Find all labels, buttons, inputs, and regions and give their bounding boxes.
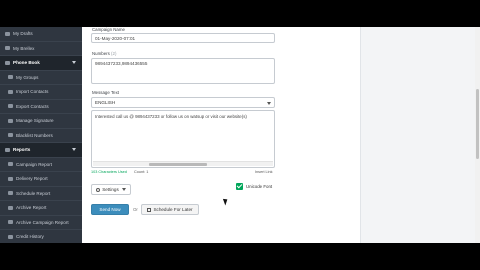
credit-count: Count: 1 <box>134 170 149 174</box>
sidebar-item-blacklist-numbers[interactable]: Blacklist Numbers <box>0 129 82 143</box>
gear-icon <box>96 187 101 192</box>
sidebar-item-label: My Groups <box>16 74 39 80</box>
campaign-name-label: Campaign Name <box>92 27 125 32</box>
sidebar-item-label: Blacklist Numbers <box>16 132 53 138</box>
scrollbar-thumb[interactable] <box>149 163 207 166</box>
sidebar-item-label: Reports <box>13 147 31 153</box>
schedule-later-button[interactable]: Schedule For Later <box>141 204 199 215</box>
menu-icon <box>8 89 13 94</box>
sidebar-item-label: Manage Signature <box>16 118 54 124</box>
menu-icon <box>5 147 10 152</box>
unicode-label: Unicode Font <box>246 184 273 189</box>
menu-icon <box>5 46 10 51</box>
campaign-name-input[interactable]: 01-May-2020-07:01 <box>91 33 275 43</box>
sidebar-item-label: My Brellex <box>13 45 35 51</box>
sidebar-item-export-contacts[interactable]: Export Contacts <box>0 100 82 114</box>
menu-icon <box>8 104 13 109</box>
calendar-icon <box>147 207 152 212</box>
sidebar-item-reports[interactable]: Reports <box>0 143 82 158</box>
sidebar-item-label: Import Contacts <box>16 89 49 95</box>
schedule-later-label: Schedule For Later <box>153 207 193 212</box>
menu-icon <box>8 75 13 80</box>
sidebar-item-my-brellex[interactable]: My Brellex <box>0 42 82 56</box>
chevron-down-icon <box>72 148 76 151</box>
chevron-down-icon <box>72 61 76 64</box>
insert-link[interactable]: Insert Link <box>255 170 273 174</box>
settings-label: Settings <box>102 187 119 192</box>
sidebar-item-credit-history[interactable]: Credit History <box>0 230 82 243</box>
main-content: Campaign Name 01-May-2020-07:01 Numbers … <box>82 27 480 243</box>
menu-icon <box>8 220 13 225</box>
sidebar: My Drafts My Brellex Phone Book My Groups Im… <box>0 27 82 243</box>
sidebar-item-campaign-report[interactable]: Campaign Report <box>0 158 82 172</box>
menu-icon <box>5 31 10 36</box>
menu-icon <box>8 133 13 138</box>
mouse-cursor-icon <box>222 197 230 206</box>
sidebar-item-delivery-report[interactable]: Delivery Report <box>0 172 82 187</box>
send-now-button[interactable]: Send Now <box>91 204 129 215</box>
sidebar-item-my-drafts[interactable]: My Drafts <box>0 27 82 42</box>
numbers-label-text: Numbers <box>92 51 110 56</box>
sidebar-item-archive-campaign-report[interactable]: Archive Campaign Report <box>0 216 82 230</box>
vertical-scrollbar[interactable] <box>475 27 480 243</box>
sidebar-item-archive-report[interactable]: Archive Report <box>0 201 82 216</box>
right-panel <box>360 27 480 243</box>
menu-icon <box>5 60 10 65</box>
compose-form: Campaign Name 01-May-2020-07:01 Numbers … <box>88 27 354 243</box>
sidebar-item-import-contacts[interactable]: Import Contacts <box>0 85 82 100</box>
menu-icon <box>8 234 13 239</box>
characters-used: 103 Characters Used <box>91 170 127 174</box>
sidebar-item-manage-signature[interactable]: Manage Signature <box>0 114 82 129</box>
unicode-checkbox[interactable] <box>236 183 243 190</box>
numbers-textarea[interactable]: 9894437233,9894436555 <box>91 58 275 84</box>
app-window: My Drafts My Brellex Phone Book My Groups Im… <box>0 27 480 243</box>
or-separator: Or <box>133 207 138 212</box>
sidebar-item-my-groups[interactable]: My Groups <box>0 71 82 85</box>
sidebar-item-label: Schedule Report <box>16 190 51 196</box>
menu-icon <box>8 191 13 196</box>
sidebar-item-label: Delivery Report <box>16 176 48 182</box>
message-textarea[interactable]: Interested call us @ 9894437233 or follo… <box>91 110 275 168</box>
chevron-down-icon <box>267 102 271 105</box>
sidebar-item-label: Archive Campaign Report <box>16 219 69 225</box>
menu-icon <box>8 205 13 210</box>
sidebar-item-label: Phone Book <box>13 60 40 66</box>
message-text: Interested call us @ 9894437233 or follo… <box>95 114 247 119</box>
sidebar-item-label: Export Contacts <box>16 103 49 109</box>
menu-icon <box>8 162 13 167</box>
menu-icon <box>8 118 13 123</box>
sidebar-item-label: My Drafts <box>13 31 33 37</box>
sidebar-item-schedule-report[interactable]: Schedule Report <box>0 187 82 201</box>
horizontal-scrollbar[interactable] <box>93 161 273 166</box>
numbers-count: (2) <box>111 51 117 56</box>
vertical-scrollbar-thumb[interactable] <box>476 89 479 159</box>
language-value: ENGLISH <box>95 100 116 105</box>
message-text-label: Message Text <box>92 90 120 95</box>
numbers-label: Numbers (2) <box>92 51 116 56</box>
caret-down-icon <box>121 188 126 191</box>
settings-button[interactable]: Settings <box>91 184 131 195</box>
language-select[interactable]: ENGLISH <box>91 97 275 108</box>
menu-icon <box>8 176 13 181</box>
sidebar-item-phone-book[interactable]: Phone Book <box>0 56 82 71</box>
sidebar-item-label: Archive Report <box>16 205 47 211</box>
sidebar-item-label: Credit History <box>16 234 44 240</box>
sidebar-item-label: Campaign Report <box>16 161 53 167</box>
